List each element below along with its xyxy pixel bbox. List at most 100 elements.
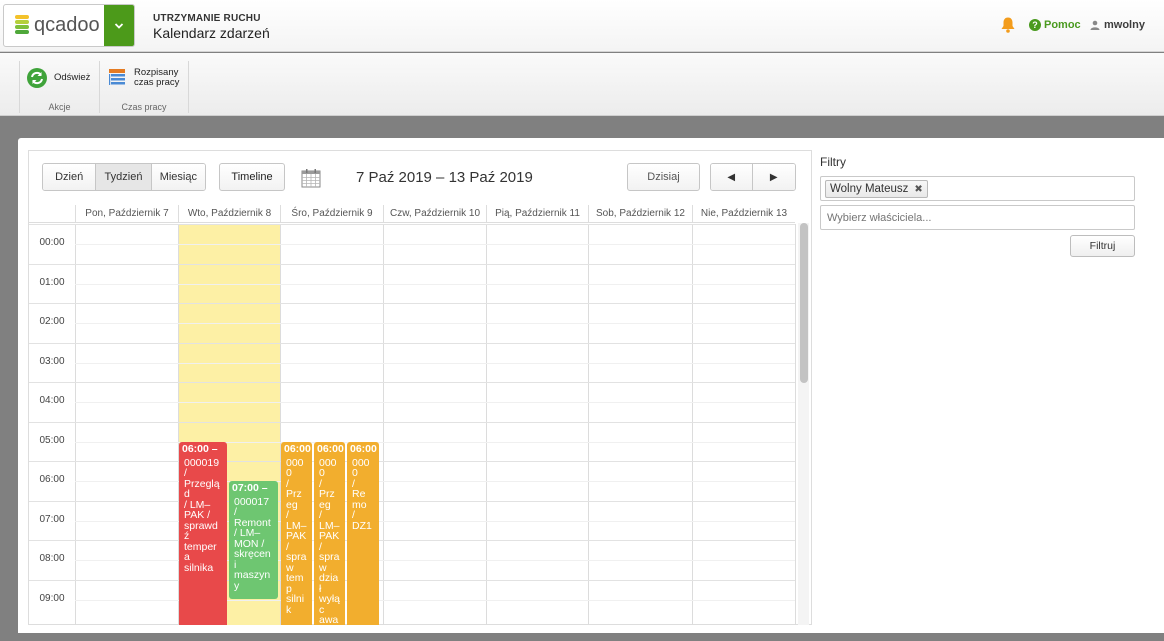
calendar-event[interactable]: 06:00 0000 / Przeg / LM– PAK / spraw dzi… [314, 442, 345, 625]
hour-label-line [29, 303, 75, 304]
half-hour-line [75, 284, 795, 285]
chevron-down-icon [114, 23, 124, 29]
hour-label: 01:00 [39, 277, 65, 288]
event-title: 0000 / Przeg / LM– PAK / spraw dział wył… [319, 456, 341, 625]
period-nav: ◀ ▶ [710, 163, 796, 191]
next-period-button[interactable]: ▶ [752, 164, 795, 190]
day-header: Śro, Październik 9 [280, 205, 383, 223]
event-time: 07:00 – [232, 482, 268, 494]
calendar-event[interactable]: 06:00 – 000019 / Przegląd / LM– PAK / sp… [179, 442, 227, 625]
calendar-event[interactable]: 07:00 – 000017 / Remont / LM– MON / skrę… [229, 481, 278, 599]
owner-search-input[interactable] [820, 205, 1135, 230]
hour-line [75, 303, 795, 304]
hour-label: 05:00 [39, 435, 65, 446]
hour-label-line [29, 422, 75, 423]
event-title: 0000 / Przeg / LM– PAK / spraw temp siln… [286, 456, 307, 616]
event-time: 06:00 [284, 443, 311, 455]
hour-line [75, 224, 795, 225]
help-label: Pomoc [1044, 19, 1081, 31]
column-divider [795, 224, 796, 625]
hour-label-line [29, 580, 75, 581]
ribbon-group-label: Czas pracy [121, 102, 167, 112]
date-range-title: 7 Paź 2019 – 13 Paź 2019 [356, 169, 533, 186]
timeline-button[interactable]: Timeline [219, 163, 285, 191]
view-switcher: Dzień Tydzień Miesiąc [42, 163, 206, 191]
refresh-button[interactable]: Odśwież [26, 67, 90, 89]
refresh-label: Odśwież [54, 72, 91, 83]
week-grid: Pon, Październik 7 Wto, Październik 8 Śr… [29, 205, 811, 625]
hour-line [75, 343, 795, 344]
hour-line [75, 382, 795, 383]
calendar-picker-icon[interactable] [301, 168, 321, 188]
logo-coins-icon [15, 15, 29, 37]
hour-label-line [29, 343, 75, 344]
half-hour-line [75, 363, 795, 364]
top-bar: qcadoo UTRZYMANIE RUCHU Kalendarz zdarze… [0, 0, 1164, 52]
hour-label: 02:00 [39, 316, 65, 327]
hour-label-line [29, 382, 75, 383]
main-menu-button[interactable] [104, 5, 134, 46]
view-day-button[interactable]: Dzień [43, 164, 97, 190]
selected-owners-field[interactable]: Wolny Mateusz ✖ [820, 176, 1135, 201]
event-time: 06:00 [317, 443, 344, 455]
view-week-button[interactable]: Tydzień [96, 164, 152, 190]
grid-body: 00:00 01:00 02:00 03:00 04:00 05:00 06:00 07:00… [29, 224, 796, 625]
worktime-schedule-button[interactable]: Rozpisany czas pracy [106, 67, 179, 89]
event-time: 06:00 [350, 443, 377, 455]
hour-label-line [29, 224, 75, 225]
ribbon-group-label: Akcje [48, 102, 71, 112]
calendar-event[interactable]: 06:00 0000 / Remo / DZ1 [347, 442, 379, 625]
worktime-label-line2: czas pracy [134, 77, 180, 88]
day-header: Sob, Październik 12 [588, 205, 692, 223]
day-header: Czw, Październik 10 [383, 205, 486, 223]
filters-title: Filtry [820, 155, 846, 169]
hour-label: 07:00 [39, 514, 65, 525]
hour-label: 00:00 [39, 237, 65, 248]
hour-label: 09:00 [39, 593, 65, 604]
hour-label: 08:00 [39, 553, 65, 564]
hour-line [75, 264, 795, 265]
scrollbar-thumb[interactable] [800, 223, 808, 383]
module-name: UTRZYMANIE RUCHU [153, 13, 261, 24]
schedule-list-icon [109, 69, 125, 85]
hour-label-line [29, 540, 75, 541]
filter-button[interactable]: Filtruj [1070, 235, 1135, 257]
ribbon-group-actions: Odśwież Akcje [19, 61, 100, 113]
hour-line [75, 422, 795, 423]
half-hour-line [75, 244, 795, 245]
prev-period-button[interactable]: ◀ [711, 164, 753, 190]
day-header: Pon, Październik 7 [75, 205, 178, 223]
hour-label-line [29, 501, 75, 502]
help-link[interactable]: ? Pomoc [1029, 19, 1081, 31]
calendar-event[interactable]: 06:00 0000 / Przeg / LM– PAK / spraw tem… [281, 442, 312, 625]
event-title: 0000 / Remo / DZ1 [352, 456, 372, 532]
username: mwolny [1104, 19, 1145, 31]
remove-owner-icon[interactable]: ✖ [914, 184, 922, 195]
event-time: 06:00 – [182, 443, 218, 455]
vertical-scrollbar[interactable] [798, 223, 809, 625]
today-button[interactable]: Dzisiaj [627, 163, 700, 191]
event-title: 000019 / Przegląd / LM– PAK / sprawdź te… [184, 456, 220, 574]
hour-label: 06:00 [39, 474, 65, 485]
day-headers: Pon, Październik 7 Wto, Październik 8 Śr… [29, 205, 795, 223]
user-menu[interactable]: mwolny [1090, 19, 1145, 31]
user-icon [1090, 20, 1100, 30]
view-month-button[interactable]: Miesiąc [151, 164, 205, 190]
hour-label-line [29, 264, 75, 265]
half-hour-line [75, 402, 795, 403]
hour-label: 03:00 [39, 356, 65, 367]
owner-chip-label: Wolny Mateusz [830, 183, 909, 195]
event-title: 000017 / Remont / LM– MON / skręceni mas… [234, 495, 271, 592]
half-hour-line [75, 323, 795, 324]
calendar: Dzień Tydzień Miesiąc Timeline 7 Paź 201… [28, 150, 812, 625]
ribbon-toolbar: Odśwież Akcje Rozpisany czas pracy Czas … [0, 53, 1164, 116]
page-title: Kalendarz zdarzeń [153, 25, 270, 41]
logo[interactable]: qcadoo [3, 4, 135, 47]
bell-icon[interactable] [999, 16, 1017, 34]
owner-chip: Wolny Mateusz ✖ [825, 180, 928, 198]
main-panel: Dzień Tydzień Miesiąc Timeline 7 Paź 201… [18, 138, 1164, 633]
day-header: Nie, Październik 13 [692, 205, 795, 223]
ribbon-group-worktime: Rozpisany czas pracy Czas pracy [100, 61, 189, 113]
refresh-icon [27, 68, 47, 88]
day-header: Wto, Październik 8 [178, 205, 280, 223]
